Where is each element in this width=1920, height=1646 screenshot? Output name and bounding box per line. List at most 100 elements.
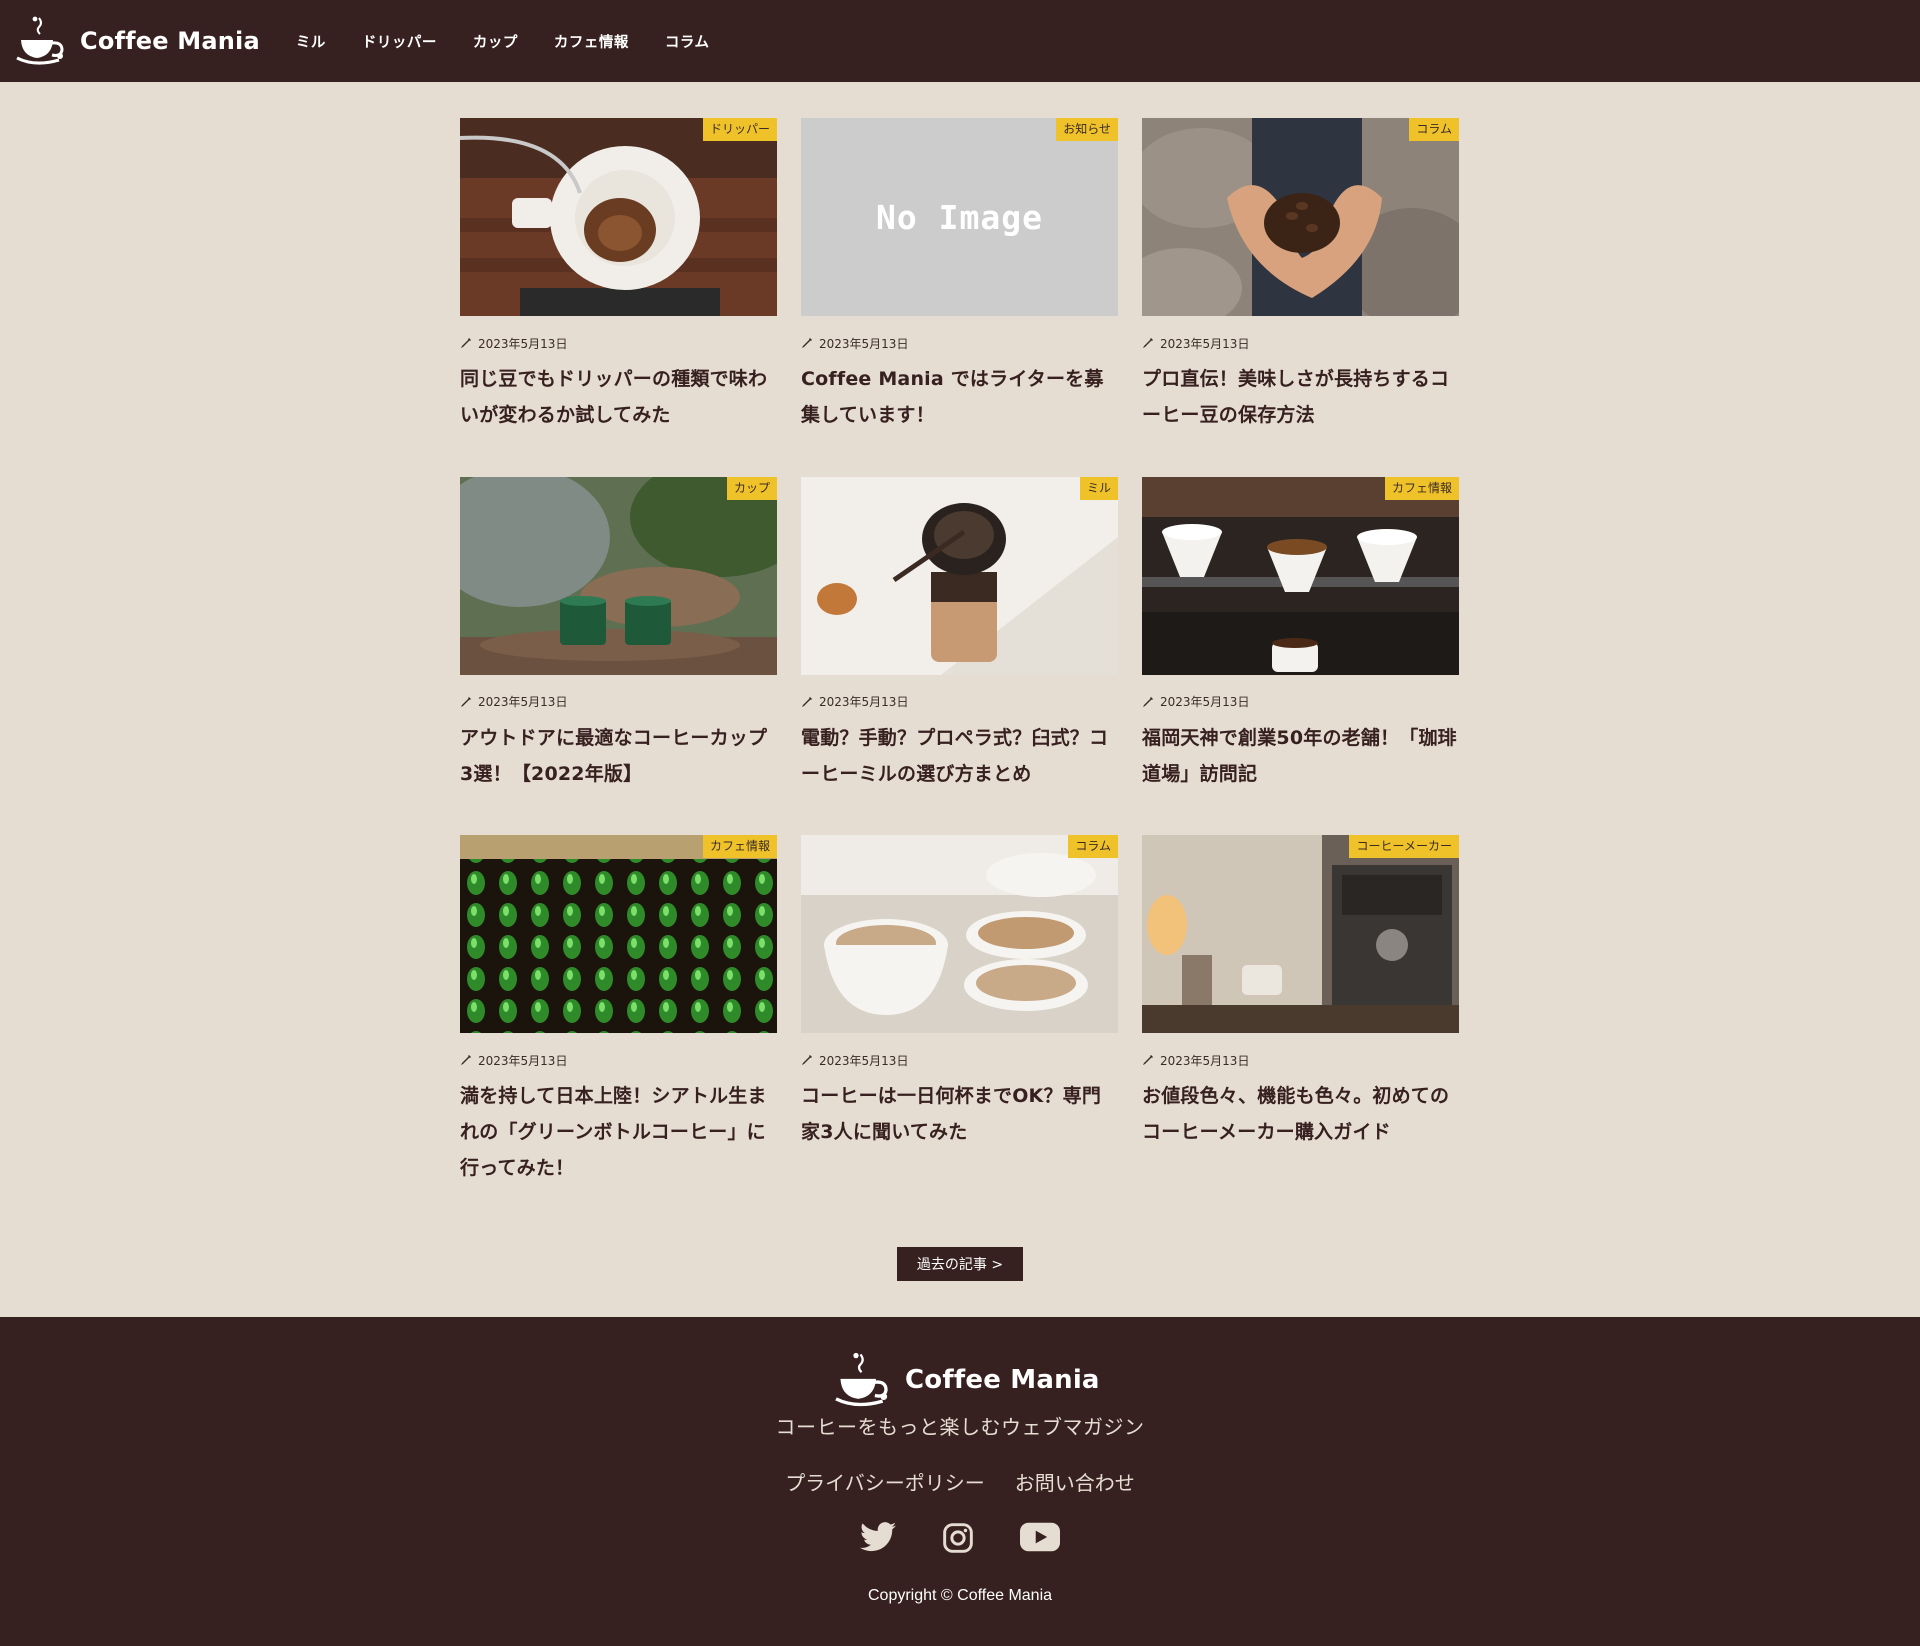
post-title[interactable]: 満を持して日本上陸！シアトル生まれの「グリーンボトルコーヒー」に行ってみた！ (460, 1078, 777, 1186)
post-meta: 2023年5月13日 (1142, 1052, 1459, 1068)
coffee-mill-photo (801, 476, 1118, 675)
category-badge[interactable]: お知らせ (1056, 118, 1118, 141)
article-card[interactable]: コラム 2023年5月13日 プロ直伝！美味しさが長持ちするコーヒー豆の保存方法 (1142, 118, 1459, 477)
category-badge[interactable]: カップ (726, 476, 777, 500)
post-title[interactable]: 同じ豆でもドリッパーの種類で味わいが変わるか試してみた (460, 361, 777, 433)
post-title[interactable]: プロ直伝！美味しさが長持ちするコーヒー豆の保存方法 (1142, 361, 1459, 433)
nav-item-dripper[interactable]: ドリッパー (362, 31, 437, 52)
pen-icon (802, 696, 812, 707)
post-title[interactable]: コーヒーは一日何杯までOK？専門家3人に聞いてみた (801, 1078, 1118, 1150)
post-title[interactable]: 福岡天神で創業50年の老舗！「珈琲道場」訪問記 (1142, 720, 1459, 792)
privacy-policy-link[interactable]: プライバシーポリシー (785, 1467, 985, 1496)
coffee-cup-logo-icon (835, 1352, 888, 1407)
dripper-photo (460, 118, 777, 316)
outdoor-cups-photo (460, 476, 777, 675)
category-badge[interactable]: コラム (1409, 118, 1459, 141)
nav-item-cafe-info[interactable]: カフェ情報 (554, 31, 629, 52)
post-meta: 2023年5月13日 (460, 694, 777, 710)
article-card[interactable]: ミル 2023年5月13日 電動？手動？プロペラ式？臼式？コーヒーミルの選び方ま… (801, 476, 1118, 836)
coffee-beans-photo (1142, 118, 1459, 316)
category-badge[interactable]: カフェ情報 (702, 835, 777, 858)
older-posts-button[interactable]: 過去の記事 > (897, 1247, 1023, 1281)
category-badge[interactable]: ドリッパー (702, 118, 777, 141)
post-date: 2023年5月13日 (819, 695, 909, 709)
post-date: 2023年5月13日 (478, 336, 568, 351)
post-date: 2023年5月13日 (819, 1053, 909, 1068)
article-grid: ドリッパー 2023年5月13日 同じ豆でもドリッパーの種類で味わいが変わるか試… (460, 118, 1460, 1194)
post-meta: 2023年5月13日 (801, 694, 1118, 710)
pen-icon (461, 696, 471, 707)
brand-name: Coffee Mania (80, 27, 260, 55)
twitter-link[interactable] (860, 1522, 896, 1554)
post-meta: 2023年5月13日 (801, 335, 1118, 351)
youtube-icon (1020, 1522, 1060, 1552)
site-header: Coffee Mania ミル ドリッパー カップ カフェ情報 コラム (0, 0, 1920, 82)
post-title[interactable]: お値段色々、機能も色々。初めてのコーヒーメーカー購入ガイド (1142, 1078, 1459, 1150)
pen-icon (1143, 338, 1153, 348)
article-card[interactable]: コーヒーメーカー 2023年5月13日 お値段色々、機能も色々。初めてのコーヒー… (1142, 835, 1459, 1194)
article-card[interactable]: カフェ情報 2023年5月13日 福岡天神で創業50年の老舗！「珈琲道場」訪問記 (1142, 476, 1459, 836)
instagram-icon (943, 1523, 973, 1553)
post-title[interactable]: 電動？手動？プロペラ式？臼式？コーヒーミルの選び方まとめ (801, 720, 1118, 792)
post-date: 2023年5月13日 (478, 695, 568, 709)
category-badge[interactable]: コーヒーメーカー (1349, 835, 1459, 858)
article-thumbnail[interactable]: コラム (1142, 118, 1459, 316)
pen-icon (802, 338, 812, 348)
post-title[interactable]: Coffee Mania ではライターを募集しています！ (801, 361, 1118, 433)
footer-tagline: コーヒーをもっと楽しむウェブマガジン (775, 1415, 1145, 1439)
pen-icon (1143, 1055, 1153, 1065)
post-meta: 2023年5月13日 (460, 1052, 777, 1068)
empty-cups-photo (801, 835, 1118, 1033)
green-bottles-photo (460, 835, 777, 1033)
contact-link[interactable]: お問い合わせ (1015, 1467, 1135, 1496)
drip-station-photo (1142, 476, 1459, 675)
footer-links: プライバシーポリシー お問い合わせ (0, 1467, 1920, 1496)
nav-item-column[interactable]: コラム (665, 31, 710, 52)
pen-icon (461, 1055, 471, 1065)
post-date: 2023年5月13日 (819, 336, 909, 351)
nav-item-cup[interactable]: カップ (473, 31, 518, 52)
article-thumbnail[interactable]: カフェ情報 (460, 835, 777, 1033)
footer-brand-name: Coffee Mania (905, 1365, 1100, 1395)
site-footer: Coffee Mania コーヒーをもっと楽しむウェブマガジン プライバシーポリ… (0, 1317, 1920, 1646)
post-meta: 2023年5月13日 (1142, 694, 1459, 710)
brand-logo-link[interactable]: Coffee Mania (15, 0, 260, 82)
copyright-text: Copyright © Coffee Mania (867, 1587, 1053, 1604)
article-card[interactable]: コラム 2023年5月13日 コーヒーは一日何杯までOK？専門家3人に聞いてみた (801, 835, 1118, 1194)
category-badge[interactable]: コラム (1068, 835, 1118, 858)
coffee-cup-logo-icon (16, 16, 64, 65)
article-thumbnail[interactable]: ドリッパー (460, 118, 777, 316)
youtube-link[interactable] (1020, 1522, 1060, 1554)
no-image-text: No Image (876, 197, 1043, 237)
category-badge[interactable]: ミル (1079, 476, 1118, 500)
article-thumbnail[interactable]: コーヒーメーカー (1142, 835, 1459, 1033)
instagram-link[interactable] (942, 1522, 974, 1554)
twitter-icon (860, 1522, 896, 1552)
post-date: 2023年5月13日 (1160, 336, 1250, 351)
article-card[interactable]: カップ 2023年5月13日 アウトドアに最適なコーヒーカップ3選！【2022年… (460, 476, 777, 836)
article-thumbnail[interactable]: ミル (801, 476, 1118, 675)
pen-icon (461, 338, 471, 348)
pen-icon (1143, 696, 1153, 707)
article-thumbnail[interactable]: カップ (460, 476, 777, 675)
post-meta: 2023年5月13日 (460, 335, 777, 351)
nav-item-mill[interactable]: ミル (296, 31, 326, 52)
article-thumbnail[interactable]: コラム (801, 835, 1118, 1033)
article-card[interactable]: No Image お知らせ 2023年5月13日 Coffee Mania では… (801, 118, 1118, 477)
article-card[interactable]: ドリッパー 2023年5月13日 同じ豆でもドリッパーの種類で味わいが変わるか試… (460, 118, 777, 477)
footer-brand-link[interactable]: Coffee Mania (833, 1350, 1100, 1410)
article-thumbnail[interactable]: No Image お知らせ (801, 118, 1118, 316)
main-nav: ミル ドリッパー カップ カフェ情報 コラム (296, 31, 746, 52)
category-badge[interactable]: カフェ情報 (1384, 476, 1459, 500)
post-date: 2023年5月13日 (1160, 695, 1250, 709)
post-title[interactable]: アウトドアに最適なコーヒーカップ3選！【2022年版】 (460, 720, 777, 792)
post-meta: 2023年5月13日 (1142, 335, 1459, 351)
post-meta: 2023年5月13日 (801, 1052, 1118, 1068)
espresso-machine-photo (1142, 835, 1459, 1033)
social-links (0, 1522, 1920, 1554)
article-thumbnail[interactable]: カフェ情報 (1142, 476, 1459, 675)
post-date: 2023年5月13日 (1160, 1053, 1250, 1068)
article-card[interactable]: カフェ情報 2023年5月13日 満を持して日本上陸！シアトル生まれの「グリーン… (460, 835, 777, 1194)
pen-icon (802, 1055, 812, 1065)
post-date: 2023年5月13日 (478, 1053, 568, 1068)
